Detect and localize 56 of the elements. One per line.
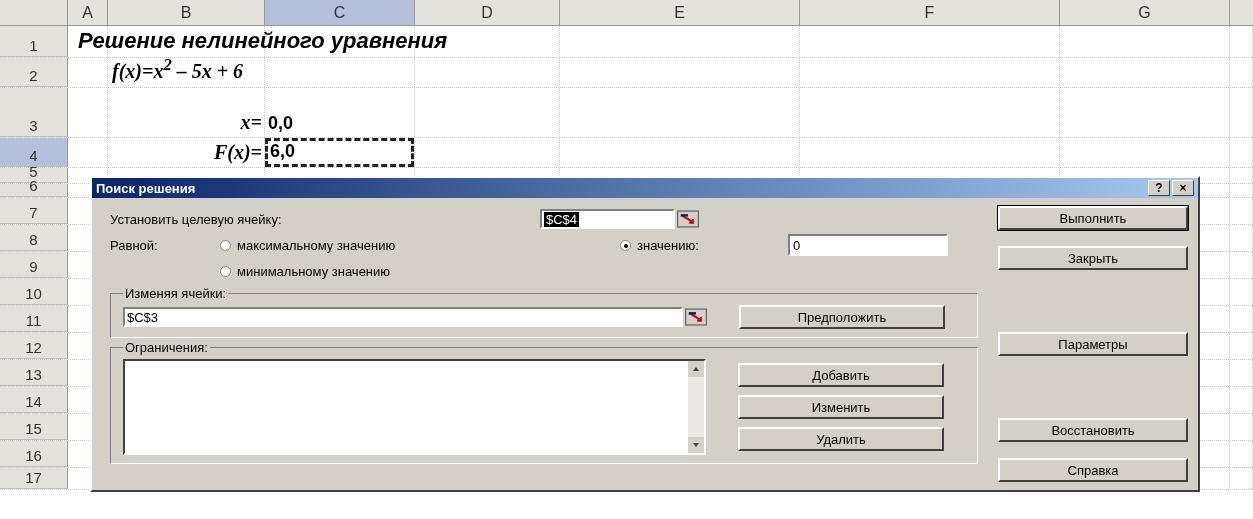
cell-label: F(x)= — [213, 141, 262, 164]
row-header[interactable]: 15 — [0, 414, 68, 440]
column-header[interactable]: E — [560, 0, 800, 25]
column-header[interactable]: D — [415, 0, 560, 25]
row-header[interactable]: 8 — [0, 225, 68, 251]
row-header[interactable]: 11 — [0, 306, 68, 332]
row-header[interactable]: 2 — [0, 58, 68, 87]
close-button[interactable]: × — [1172, 180, 1194, 196]
scrollbar[interactable] — [688, 361, 704, 453]
constraint-button[interactable]: Удалить — [738, 427, 944, 451]
cell-label: x= — [240, 111, 262, 134]
dialog-title: Поиск решения — [96, 180, 197, 196]
target-cell-field[interactable]: $C$4 — [540, 209, 675, 229]
row-header[interactable]: 12 — [0, 333, 68, 359]
dialog-button[interactable]: Восстановить — [998, 418, 1188, 442]
constraints-list[interactable] — [123, 359, 706, 455]
column-header[interactable]: F — [800, 0, 1060, 25]
scroll-down-icon[interactable] — [688, 437, 704, 453]
constraint-button[interactable]: Добавить — [738, 363, 944, 387]
group-label: Ограничения: — [124, 340, 209, 355]
row-header[interactable]: 10 — [0, 279, 68, 305]
dialog-button[interactable]: Справка — [998, 458, 1188, 482]
cell-value: 0,0 — [268, 113, 294, 134]
dialog-button[interactable]: Параметры — [998, 332, 1188, 356]
column-header[interactable]: G — [1060, 0, 1230, 25]
dialog-button[interactable]: Закрыть — [998, 246, 1188, 270]
collapse-dialog-icon[interactable] — [685, 308, 707, 326]
row-header[interactable]: 13 — [0, 360, 68, 386]
collapse-dialog-icon[interactable] — [677, 210, 699, 228]
radio-option[interactable]: максимальному значению — [220, 237, 620, 253]
row-header[interactable]: 4 — [0, 138, 68, 167]
constraint-button[interactable]: Изменить — [738, 395, 944, 419]
radio-option[interactable]: значению: — [620, 237, 788, 253]
row-header[interactable]: 14 — [0, 387, 68, 413]
column-header[interactable]: C — [265, 0, 415, 25]
row-header[interactable]: 16 — [0, 441, 68, 467]
row-header[interactable]: 17 — [0, 468, 68, 489]
sheet-title: Решение нелинейного уравнения — [78, 28, 448, 54]
dialog-button[interactable]: Выполнить — [998, 206, 1188, 230]
row-header[interactable]: 3 — [0, 88, 68, 137]
scroll-up-icon[interactable] — [688, 361, 704, 377]
target-cell-value: $C$4 — [544, 211, 580, 227]
group-label: Изменяя ячейки: — [124, 286, 228, 301]
row-header[interactable]: 7 — [0, 198, 68, 224]
radio-option[interactable]: минимальному значению — [220, 263, 620, 279]
column-header[interactable]: A — [68, 0, 108, 25]
guess-button[interactable]: Предположить — [739, 305, 945, 329]
row-header[interactable]: 1 — [0, 26, 68, 57]
value-field[interactable]: 0 — [788, 234, 948, 256]
row-header[interactable]: 9 — [0, 252, 68, 278]
changing-cells-field[interactable]: $C$3 — [123, 307, 683, 327]
copied-cell: 6,0 — [265, 138, 414, 167]
formula-text: f(x)=x$^{2}$ – 5x + 6 — [112, 55, 244, 83]
target-cell-label: Установить целевую ячейку: — [110, 211, 283, 227]
equal-to-label: Равной: — [110, 237, 159, 253]
help-button[interactable]: ? — [1148, 180, 1170, 196]
